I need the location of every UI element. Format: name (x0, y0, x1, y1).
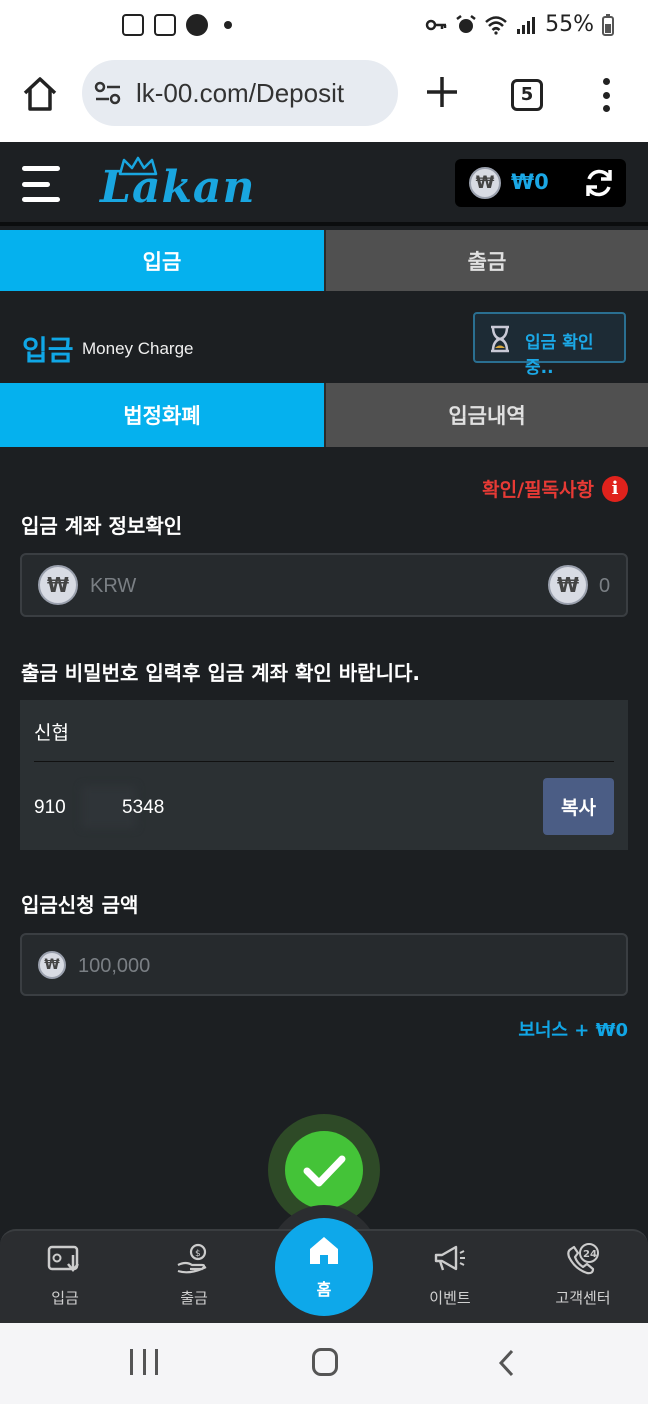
tab-deposit[interactable]: 입금 (0, 230, 324, 291)
wifi-icon (485, 15, 507, 35)
won-coin-icon: ₩ (469, 167, 501, 199)
nav-withdraw[interactable]: $ 출금 (144, 1243, 244, 1308)
withdraw-icon: $ (177, 1243, 207, 1274)
page-title: 입금 (22, 334, 74, 367)
back-icon[interactable] (498, 1349, 514, 1377)
page-subtitle: Money Charge (82, 339, 194, 358)
nav-deposit[interactable]: 입금 (15, 1243, 115, 1308)
hourglass-icon (491, 325, 509, 353)
browser-menu-icon[interactable] (600, 78, 612, 112)
tab-fiat[interactable]: 법정화폐 (0, 383, 324, 447)
tab-switcher-button[interactable]: 5 (511, 79, 543, 111)
wallet-balance: ₩ ₩0 (455, 159, 626, 207)
notice-link[interactable]: 확인/필독사항 i (482, 475, 628, 502)
copy-account-button[interactable]: 복사 (543, 778, 614, 835)
deposit-sub-tabs: 법정화폐 입금내역 (0, 383, 648, 447)
bonus-amount: 보너스 + ₩0 (518, 1020, 628, 1041)
divider (34, 761, 614, 762)
svg-text:24: 24 (583, 1249, 597, 1260)
site-settings-icon[interactable] (94, 80, 122, 106)
address-bar[interactable]: lk-00.com/Deposit (82, 60, 398, 126)
site-header: Lakan ₩ ₩0 (0, 142, 648, 226)
battery-icon (602, 13, 614, 36)
deposit-confirm-label: 입금 확인 중.. (525, 333, 594, 378)
support-24-icon: 24 (567, 1243, 599, 1275)
amount-input[interactable]: ₩ 100,000 (20, 933, 628, 996)
page-title-row: 입금 Money Charge 입금 확인 중.. (0, 291, 648, 383)
android-home-icon[interactable] (312, 1348, 338, 1376)
nav-deposit-label: 입금 (51, 1289, 79, 1307)
system-status: 55% (425, 12, 614, 37)
deposit-form: 확인/필독사항 i 입금 계좌 정보확인 ₩ KRW ₩ 0 출금 비밀번호 입… (0, 447, 648, 1229)
nav-support-label: 고객센터 (555, 1289, 611, 1307)
notice-text: 확인/필독사항 (482, 479, 594, 501)
account-number-start: 910 (34, 797, 66, 818)
alarm-icon (456, 14, 476, 33)
nav-home-label: 홈 (316, 1280, 332, 1299)
refresh-icon[interactable] (583, 168, 615, 198)
amount-label: 입금신청 금액 (21, 893, 139, 917)
wallet-amount: ₩0 (511, 170, 549, 194)
recent-apps-icon[interactable] (130, 1349, 158, 1375)
check-icon (303, 1155, 346, 1187)
deposit-icon (47, 1245, 79, 1272)
voicemail-icon (122, 14, 144, 36)
hamburger-menu-icon[interactable] (22, 166, 60, 202)
tab-deposit-history[interactable]: 입금내역 (324, 383, 648, 447)
currency-code: KRW (90, 575, 137, 597)
battery-percent: 55% (545, 12, 594, 37)
url-text: lk-00.com/Deposit (136, 78, 345, 108)
browser-home-icon[interactable] (20, 74, 60, 114)
nav-event[interactable]: 이벤트 (400, 1243, 500, 1308)
bank-account-box: 신협 910 5348 복사 (20, 700, 628, 850)
deposit-confirm-button[interactable]: 입금 확인 중.. (473, 312, 626, 378)
new-tab-icon[interactable] (424, 74, 460, 110)
nav-home[interactable]: 홈 (275, 1218, 373, 1316)
nav-event-label: 이벤트 (429, 1289, 471, 1307)
key-icon (425, 19, 447, 30)
amount-placeholder: 100,000 (78, 955, 151, 977)
home-icon (310, 1237, 338, 1264)
won-coin-icon: ₩ (548, 565, 588, 605)
site-logo[interactable]: Lakan (100, 162, 255, 213)
account-info-label: 입금 계좌 정보확인 (21, 514, 183, 538)
android-navigation-bar (0, 1323, 648, 1404)
submit-deposit-button[interactable] (285, 1131, 363, 1209)
svg-text:$: $ (195, 1249, 201, 1259)
bank-instruction: 출금 비밀번호 입력후 입금 계좌 확인 바랍니다. (21, 661, 420, 685)
gallery-icon (154, 14, 176, 36)
currency-field[interactable]: ₩ KRW ₩ 0 (20, 553, 628, 617)
account-number-end: 5348 (122, 797, 165, 818)
status-bar: 55% (0, 0, 648, 52)
won-coin-icon: ₩ (38, 565, 78, 605)
nav-support[interactable]: 24 고객센터 (533, 1243, 633, 1308)
megaphone-icon (434, 1245, 465, 1271)
tab-withdraw[interactable]: 출금 (324, 230, 648, 291)
notification-icons (122, 14, 232, 36)
info-icon: i (602, 475, 628, 502)
bank-name: 신협 (34, 722, 69, 744)
won-coin-icon: ₩ (38, 951, 66, 979)
nav-withdraw-label: 출금 (180, 1289, 208, 1307)
message-icon (186, 14, 208, 36)
signal-icon (517, 16, 536, 34)
browser-toolbar: lk-00.com/Deposit 5 (0, 52, 648, 142)
deposit-withdraw-tabs: 입금 출금 (0, 230, 648, 291)
more-notifications-dot (224, 21, 232, 29)
currency-balance: 0 (599, 575, 611, 597)
